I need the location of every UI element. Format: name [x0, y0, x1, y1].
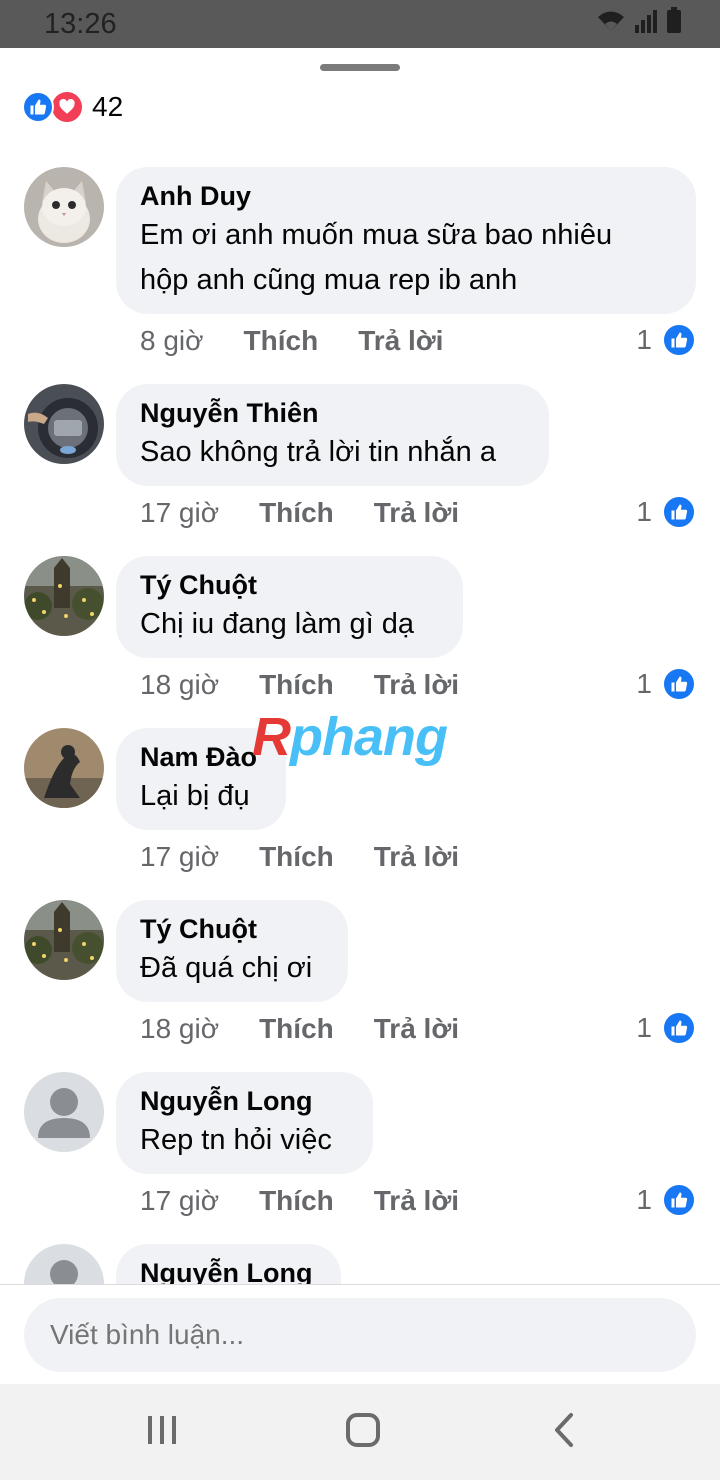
reaction-count: 42 — [92, 91, 124, 122]
wifi-icon — [596, 9, 626, 38]
comment-composer-area — [0, 1284, 720, 1384]
home-button[interactable] — [341, 1412, 385, 1452]
comment-like-count[interactable]: 1 — [636, 1011, 696, 1045]
signal-icon — [634, 9, 658, 38]
like-icon — [662, 667, 696, 701]
status-icons — [596, 7, 682, 38]
comment-text-line: Sao không trả lời tin nhắn a — [140, 436, 496, 468]
back-icon — [552, 1412, 576, 1453]
reactions-summary[interactable]: 42 — [22, 90, 123, 124]
reply-button[interactable]: Trả lời — [374, 669, 459, 701]
reply-button[interactable]: Trả lời — [374, 1013, 459, 1045]
like-icon — [22, 91, 54, 123]
like-icon — [662, 1011, 696, 1045]
like-button[interactable]: Thích — [259, 1185, 334, 1217]
like-count: 1 — [636, 324, 652, 355]
comment-text-line: hộp anh cũng mua rep ib anh — [140, 264, 518, 296]
comment-meta: 17 giờ Thích Trả lời — [140, 1185, 499, 1217]
comment-meta: 17 giờ Thích Trả lời — [140, 497, 499, 529]
comment-meta: 18 giờ Thích Trả lời — [140, 669, 499, 701]
comment-bubble[interactable]: Nam Đào Lại bị đụ — [116, 728, 286, 830]
back-button[interactable] — [542, 1412, 586, 1452]
comment-like-count[interactable]: 1 — [636, 495, 696, 529]
comment-like-count[interactable]: 1 — [636, 1183, 696, 1217]
comment-author[interactable]: Nguyễn Long — [140, 1256, 317, 1284]
avatar[interactable] — [24, 167, 104, 247]
status-time: 13:26 — [44, 8, 117, 40]
avatar[interactable] — [24, 556, 104, 636]
like-button[interactable]: Thích — [259, 497, 334, 529]
like-icon — [662, 495, 696, 529]
comment-time: 8 giờ — [140, 325, 204, 356]
like-button[interactable]: Thích — [244, 325, 319, 357]
avatar[interactable] — [24, 384, 104, 464]
heart-icon — [50, 90, 84, 124]
recent-apps-icon — [145, 1414, 179, 1451]
comment-time: 17 giờ — [140, 1185, 220, 1216]
comment-time: 17 giờ — [140, 841, 220, 872]
avatar[interactable] — [24, 728, 104, 808]
comment-bubble[interactable]: Tý Chuột Đã quá chị ơi — [116, 900, 348, 1002]
like-count: 1 — [636, 668, 652, 699]
comment-text-line: Chị iu đang làm gì dạ — [140, 608, 415, 640]
home-icon — [345, 1412, 381, 1453]
status-bar: 13:26 — [0, 0, 720, 48]
comment-time: 18 giờ — [140, 669, 220, 700]
avatar[interactable] — [24, 1072, 104, 1152]
comment-author[interactable]: Tý Chuột — [140, 912, 324, 946]
comment-like-count[interactable]: 1 — [636, 323, 696, 357]
like-button[interactable]: Thích — [259, 669, 334, 701]
comment-text-line: Lại bị đụ — [140, 780, 250, 812]
comment-input[interactable] — [24, 1298, 696, 1372]
comment-bubble[interactable]: Nguyễn Thiên Sao không trả lời tin nhắn … — [116, 384, 549, 486]
comment-author[interactable]: Nguyễn Long — [140, 1084, 349, 1118]
like-icon — [662, 323, 696, 357]
avatar[interactable] — [24, 900, 104, 980]
avatar[interactable] — [24, 1244, 104, 1284]
comment-bubble[interactable]: Anh Duy Em ơi anh muốn mua sữa bao nhiêu… — [116, 167, 696, 314]
comment-bubble[interactable]: Nguyễn Long — [116, 1244, 341, 1284]
battery-icon — [666, 7, 682, 38]
like-count: 1 — [636, 1012, 652, 1043]
comment-author[interactable]: Tý Chuột — [140, 568, 439, 602]
reply-button[interactable]: Trả lời — [374, 1185, 459, 1217]
reply-button[interactable]: Trả lời — [358, 325, 443, 357]
reply-button[interactable]: Trả lời — [374, 497, 459, 529]
like-count: 1 — [636, 1184, 652, 1215]
like-count: 1 — [636, 496, 652, 527]
comment-meta: 8 giờ Thích Trả lời — [140, 325, 483, 357]
recent-apps-button[interactable] — [140, 1412, 184, 1452]
comment-meta: 17 giờ Thích Trả lời — [140, 841, 499, 873]
like-button[interactable]: Thích — [259, 841, 334, 873]
comment-meta: 18 giờ Thích Trả lời — [140, 1013, 499, 1045]
reply-button[interactable]: Trả lời — [374, 841, 459, 873]
comment-text-line: Đã quá chị ơi — [140, 952, 313, 984]
comment-time: 17 giờ — [140, 497, 220, 528]
comment-text-line: Rep tn hỏi việc — [140, 1124, 332, 1156]
comment-like-count[interactable]: 1 — [636, 667, 696, 701]
comment-author[interactable]: Anh Duy — [140, 179, 672, 213]
system-nav-bar — [0, 1384, 720, 1480]
like-icon — [662, 1183, 696, 1217]
comments-list[interactable]: Anh Duy Em ơi anh muốn mua sữa bao nhiêu… — [0, 150, 720, 1284]
like-button[interactable]: Thích — [259, 1013, 334, 1045]
comment-text-line: Em ơi anh muốn mua sữa bao nhiêu — [140, 219, 613, 251]
comment-bubble[interactable]: Nguyễn Long Rep tn hỏi việc — [116, 1072, 373, 1174]
comment-author[interactable]: Nam Đào — [140, 740, 262, 774]
sheet-drag-handle[interactable] — [320, 64, 400, 71]
comment-time: 18 giờ — [140, 1013, 220, 1044]
comment-bubble[interactable]: Tý Chuột Chị iu đang làm gì dạ — [116, 556, 463, 658]
comment-author[interactable]: Nguyễn Thiên — [140, 396, 525, 430]
